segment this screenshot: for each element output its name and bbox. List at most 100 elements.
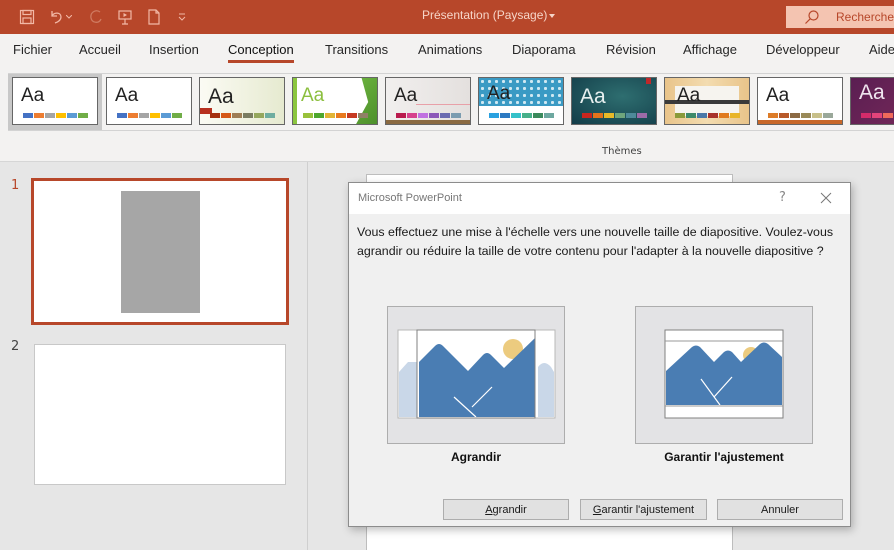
tab-affichage[interactable]: Affichage	[683, 42, 737, 57]
theme-swatches	[675, 113, 741, 118]
theme-6[interactable]: Aa	[478, 77, 564, 125]
theme-color-swatch	[604, 113, 614, 118]
theme-color-swatch	[511, 113, 521, 118]
theme-color-swatch	[254, 113, 264, 118]
theme-5[interactable]: Aa	[385, 77, 471, 125]
theme-color-swatch	[128, 113, 138, 118]
tab-developpeur[interactable]: Développeur	[766, 42, 840, 57]
tab-insertion[interactable]: Insertion	[149, 42, 199, 57]
tab-accueil[interactable]: Accueil	[79, 42, 121, 57]
tab-diaporama[interactable]: Diaporama	[512, 42, 576, 57]
theme-color-swatch	[243, 113, 253, 118]
theme-swatches	[861, 113, 894, 118]
theme-color-swatch	[172, 113, 182, 118]
new-document-icon[interactable]	[144, 7, 164, 27]
theme-color-swatch	[708, 113, 718, 118]
theme-color-swatch	[637, 113, 647, 118]
theme-color-swatch	[67, 113, 77, 118]
maximize-option-label: Agrandir	[450, 450, 501, 464]
tab-fichier[interactable]: Fichier	[13, 42, 52, 57]
title-dropdown-icon[interactable]	[549, 14, 555, 18]
theme-office-2[interactable]: Aa	[106, 77, 192, 125]
ensure-fit-illustration-icon	[664, 329, 784, 419]
theme-decoration	[646, 78, 651, 84]
theme-color-swatch	[500, 113, 510, 118]
theme-color-swatch	[23, 113, 33, 118]
theme-color-swatch	[544, 113, 554, 118]
theme-sample-text: Aa	[21, 85, 45, 106]
theme-color-swatch	[779, 113, 789, 118]
theme-color-swatch	[407, 113, 417, 118]
theme-color-swatch	[139, 113, 149, 118]
slide-thumbnail-2[interactable]	[34, 344, 286, 485]
dialog-title: Microsoft PowerPoint	[358, 192, 462, 204]
theme-office[interactable]: Aa	[12, 77, 98, 125]
theme-sample-text: Aa	[115, 85, 139, 106]
search-icon	[805, 10, 819, 24]
help-button[interactable]: ?	[779, 190, 786, 205]
theme-swatches	[768, 113, 834, 118]
accelerator-key: A	[485, 503, 493, 516]
tab-conception[interactable]: Conception	[228, 42, 294, 63]
theme-color-swatch	[812, 113, 822, 118]
undo-icon[interactable]	[46, 7, 66, 27]
theme-swatches	[396, 113, 462, 118]
tab-aide[interactable]: Aide	[869, 42, 894, 57]
title-bar: Présentation (Paysage) Rechercher	[0, 0, 894, 34]
ribbon-design: Aa Aa Aa Aa Aa Aa Aa Aa Aa Aa Thèmes	[0, 68, 894, 162]
document-title[interactable]: Présentation (Paysage)	[422, 8, 547, 22]
search-input[interactable]: Rechercher	[786, 6, 894, 28]
theme-color-swatch	[861, 113, 871, 118]
customize-qat-icon[interactable]	[172, 7, 192, 27]
slide-thumbnail-1[interactable]	[31, 178, 289, 325]
maximize-option[interactable]	[387, 306, 565, 444]
theme-color-swatch	[210, 113, 220, 118]
theme-color-swatch	[56, 113, 66, 118]
theme-color-swatch	[358, 113, 368, 118]
theme-10[interactable]: Aa	[850, 77, 894, 125]
theme-color-swatch	[150, 113, 160, 118]
theme-color-swatch	[686, 113, 696, 118]
theme-color-swatch	[221, 113, 231, 118]
theme-9[interactable]: Aa	[757, 77, 843, 125]
tab-transitions[interactable]: Transitions	[325, 42, 388, 57]
dialog-titlebar: Microsoft PowerPoint ?	[349, 183, 850, 214]
theme-color-swatch	[232, 113, 242, 118]
theme-color-swatch	[593, 113, 603, 118]
close-icon[interactable]	[819, 191, 833, 205]
theme-color-swatch	[325, 113, 335, 118]
theme-sample-text: Aa	[859, 81, 885, 104]
theme-color-swatch	[883, 113, 893, 118]
theme-color-swatch	[336, 113, 346, 118]
theme-swatches	[303, 113, 369, 118]
ensure-fit-button[interactable]: Garantir l'ajustement	[580, 499, 707, 520]
maximize-button[interactable]: Agrandir	[443, 499, 569, 520]
theme-swatches	[210, 113, 276, 118]
slide-number: 1	[11, 178, 20, 193]
theme-7[interactable]: Aa	[571, 77, 657, 125]
theme-color-swatch	[626, 113, 636, 118]
cancel-button[interactable]: Annuler	[717, 499, 843, 520]
theme-8[interactable]: Aa	[664, 77, 750, 125]
theme-color-swatch	[768, 113, 778, 118]
theme-sample-text: Aa	[301, 85, 325, 106]
button-label: arantir l'ajustement	[601, 503, 695, 516]
slide-number: 2	[11, 339, 20, 354]
slide-thumbnails-panel: 1 2	[0, 162, 308, 550]
save-icon[interactable]	[17, 7, 37, 27]
tab-animations[interactable]: Animations	[418, 42, 482, 57]
undo-dropdown-icon[interactable]	[64, 7, 74, 27]
theme-color-swatch	[451, 113, 461, 118]
theme-color-swatch	[161, 113, 171, 118]
ensure-fit-option[interactable]	[635, 306, 813, 444]
theme-4[interactable]: Aa	[292, 77, 378, 125]
themes-group-label: Thèmes	[602, 146, 642, 157]
theme-color-swatch	[872, 113, 882, 118]
tab-revision[interactable]: Révision	[606, 42, 656, 57]
theme-color-swatch	[440, 113, 450, 118]
theme-color-swatch	[117, 113, 127, 118]
present-from-start-icon[interactable]	[115, 7, 135, 27]
theme-color-swatch	[697, 113, 707, 118]
theme-swatches	[582, 113, 648, 118]
theme-3[interactable]: Aa	[199, 77, 285, 125]
